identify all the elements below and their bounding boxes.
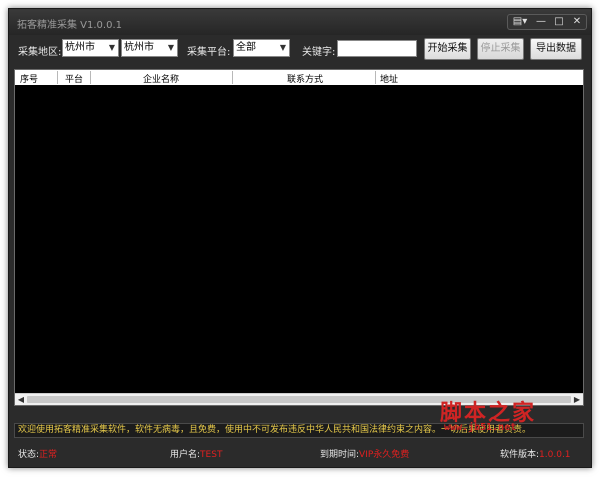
minimize-icon[interactable]: — <box>532 15 550 29</box>
column-header[interactable]: 联系方式 <box>287 72 323 85</box>
title-bar: 拓客精准采集 V1.0.0.1 ▤▾ — □ ✕ <box>9 9 591 35</box>
area-label: 采集地区: <box>18 47 62 58</box>
stop-button[interactable]: 停止采集 <box>477 38 524 60</box>
table-header: 序号 平台 企业名称 联系方式 地址 <box>15 70 583 85</box>
version-label: 软件版本: <box>500 450 540 460</box>
province-value: 杭州市 <box>65 42 95 53</box>
keyword-input[interactable] <box>337 40 417 57</box>
keyword-label: 关键字: <box>302 47 336 58</box>
expire-label: 到期时间: <box>320 450 360 460</box>
state-label: 状态: <box>18 450 40 460</box>
window-controls: ▤▾ — □ ✕ <box>507 14 587 30</box>
city-value: 杭州市 <box>124 42 154 53</box>
column-header[interactable]: 地址 <box>380 72 398 85</box>
chevron-down-icon: ▼ <box>279 43 286 52</box>
platform-label: 采集平台: <box>187 47 231 58</box>
scroll-right-icon[interactable]: ▶ <box>571 394 583 405</box>
column-divider <box>375 71 376 84</box>
column-divider <box>90 71 91 84</box>
menu-icon[interactable]: ▤▾ <box>508 15 532 29</box>
user-value: TEST <box>200 450 223 460</box>
close-icon[interactable]: ✕ <box>568 15 586 29</box>
status-state: 状态:正常 <box>18 447 57 460</box>
state-value: 正常 <box>39 450 58 460</box>
platform-select[interactable]: 全部 ▼ <box>233 39 290 57</box>
column-divider <box>57 71 58 84</box>
expire-value: VIP永久免费 <box>359 450 410 460</box>
city-select[interactable]: 杭州市 ▼ <box>121 39 178 57</box>
user-label: 用户名: <box>170 450 201 460</box>
chevron-down-icon: ▼ <box>167 43 174 52</box>
column-header[interactable]: 企业名称 <box>143 72 179 85</box>
column-divider <box>232 71 233 84</box>
results-table[interactable]: 序号 平台 企业名称 联系方式 地址 ◀ ▶ <box>14 69 584 406</box>
window-title: 拓客精准采集 V1.0.0.1 <box>17 20 123 31</box>
export-button[interactable]: 导出数据 <box>530 38 582 60</box>
start-button[interactable]: 开始采集 <box>424 38 471 60</box>
scroll-left-icon[interactable]: ◀ <box>15 394 27 405</box>
province-select[interactable]: 杭州市 ▼ <box>62 39 119 57</box>
version-value: 1.0.0.1 <box>539 450 571 460</box>
status-user: 用户名:TEST <box>170 447 222 460</box>
column-header[interactable]: 序号 <box>20 72 38 85</box>
maximize-icon[interactable]: □ <box>550 15 568 29</box>
chevron-down-icon: ▼ <box>108 43 115 52</box>
watermark-url: www.jb51.net <box>444 422 517 433</box>
platform-value: 全部 <box>236 42 256 53</box>
column-header[interactable]: 平台 <box>65 72 83 85</box>
status-expire: 到期时间:VIP永久免费 <box>320 447 409 460</box>
status-version: 软件版本:1.0.0.1 <box>500 447 571 460</box>
